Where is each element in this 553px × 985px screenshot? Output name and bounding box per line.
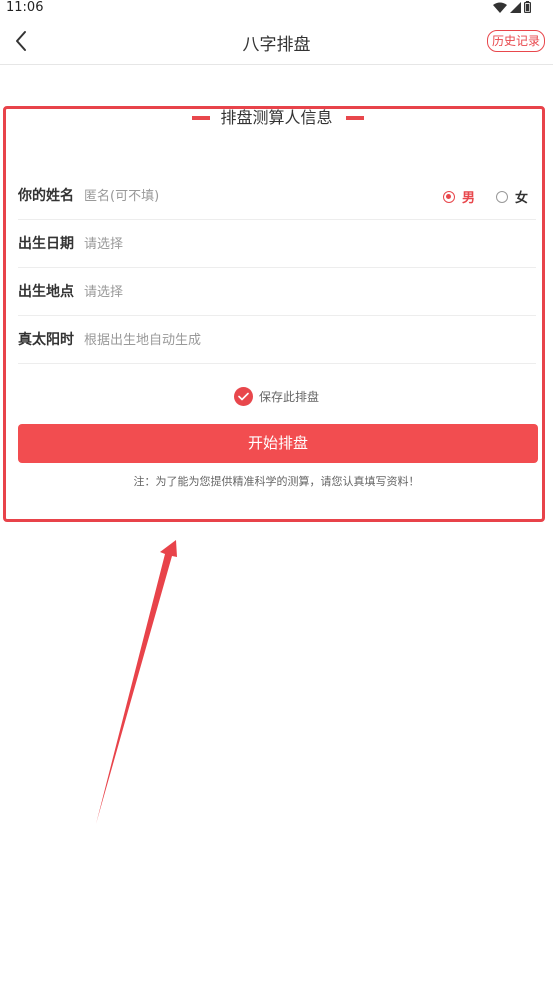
annotation-arrow [96,540,177,824]
annotation-arrow-shape [96,540,177,824]
